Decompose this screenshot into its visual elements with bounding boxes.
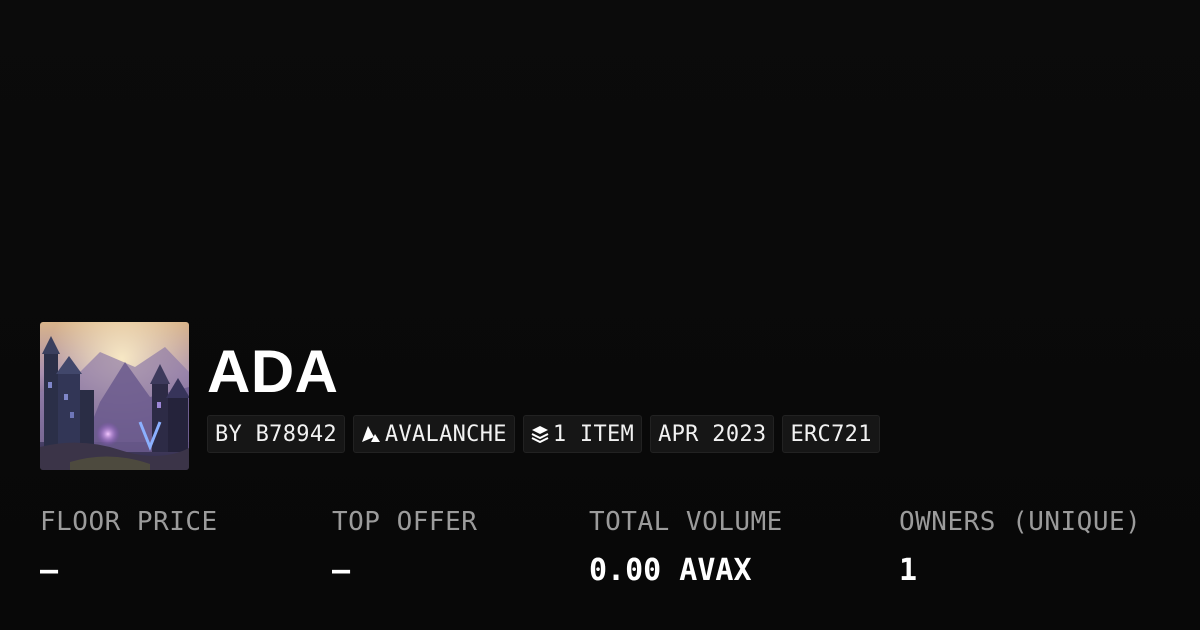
total-volume-value: 0.00 AVAX [589,553,752,588]
items-tag[interactable]: 1 ITEM [522,415,643,453]
collection-tags: BY B78942 AVALANCHE 1 ITEM APR 2023 ERC7… [207,415,888,453]
total-volume-stat: TOTAL VOLUME 0.00 AVAX [589,506,783,588]
floor-price-value: – [40,553,59,588]
avalanche-logo-icon [361,425,381,443]
owners-stat: OWNERS (UNIQUE) 1 [899,506,1141,588]
collection-thumbnail [40,322,189,470]
owners-label: OWNERS (UNIQUE) [899,507,1142,537]
standard-label: ERC721 [790,421,872,447]
layers-icon [531,425,549,443]
creator-label: BY B78942 [215,421,337,447]
date-label: APR 2023 [658,421,767,447]
top-offer-stat: TOP OFFER – [332,506,477,588]
og-card: ADA BY B78942 AVALANCHE 1 ITEM APR 2023 … [0,0,1200,630]
chain-tag[interactable]: AVALANCHE [352,415,515,453]
top-offer-value: – [332,553,351,588]
collection-info: ADA BY B78942 AVALANCHE 1 ITEM APR 2023 … [207,322,888,453]
top-offer-label: TOP OFFER [332,507,478,537]
items-label: 1 ITEM [552,421,635,447]
chain-label: AVALANCHE [384,421,507,447]
collection-title: ADA [207,338,339,405]
total-volume-label: TOTAL VOLUME [589,507,783,537]
date-tag: APR 2023 [650,415,775,453]
standard-tag: ERC721 [782,415,880,453]
floor-price-label: FLOOR PRICE [40,507,218,537]
collection-artwork-image [40,322,189,470]
floor-price-stat: FLOOR PRICE – [40,506,218,588]
creator-tag[interactable]: BY B78942 [207,415,345,453]
owners-value: 1 [899,553,918,588]
collection-header: ADA BY B78942 AVALANCHE 1 ITEM APR 2023 … [40,322,888,470]
